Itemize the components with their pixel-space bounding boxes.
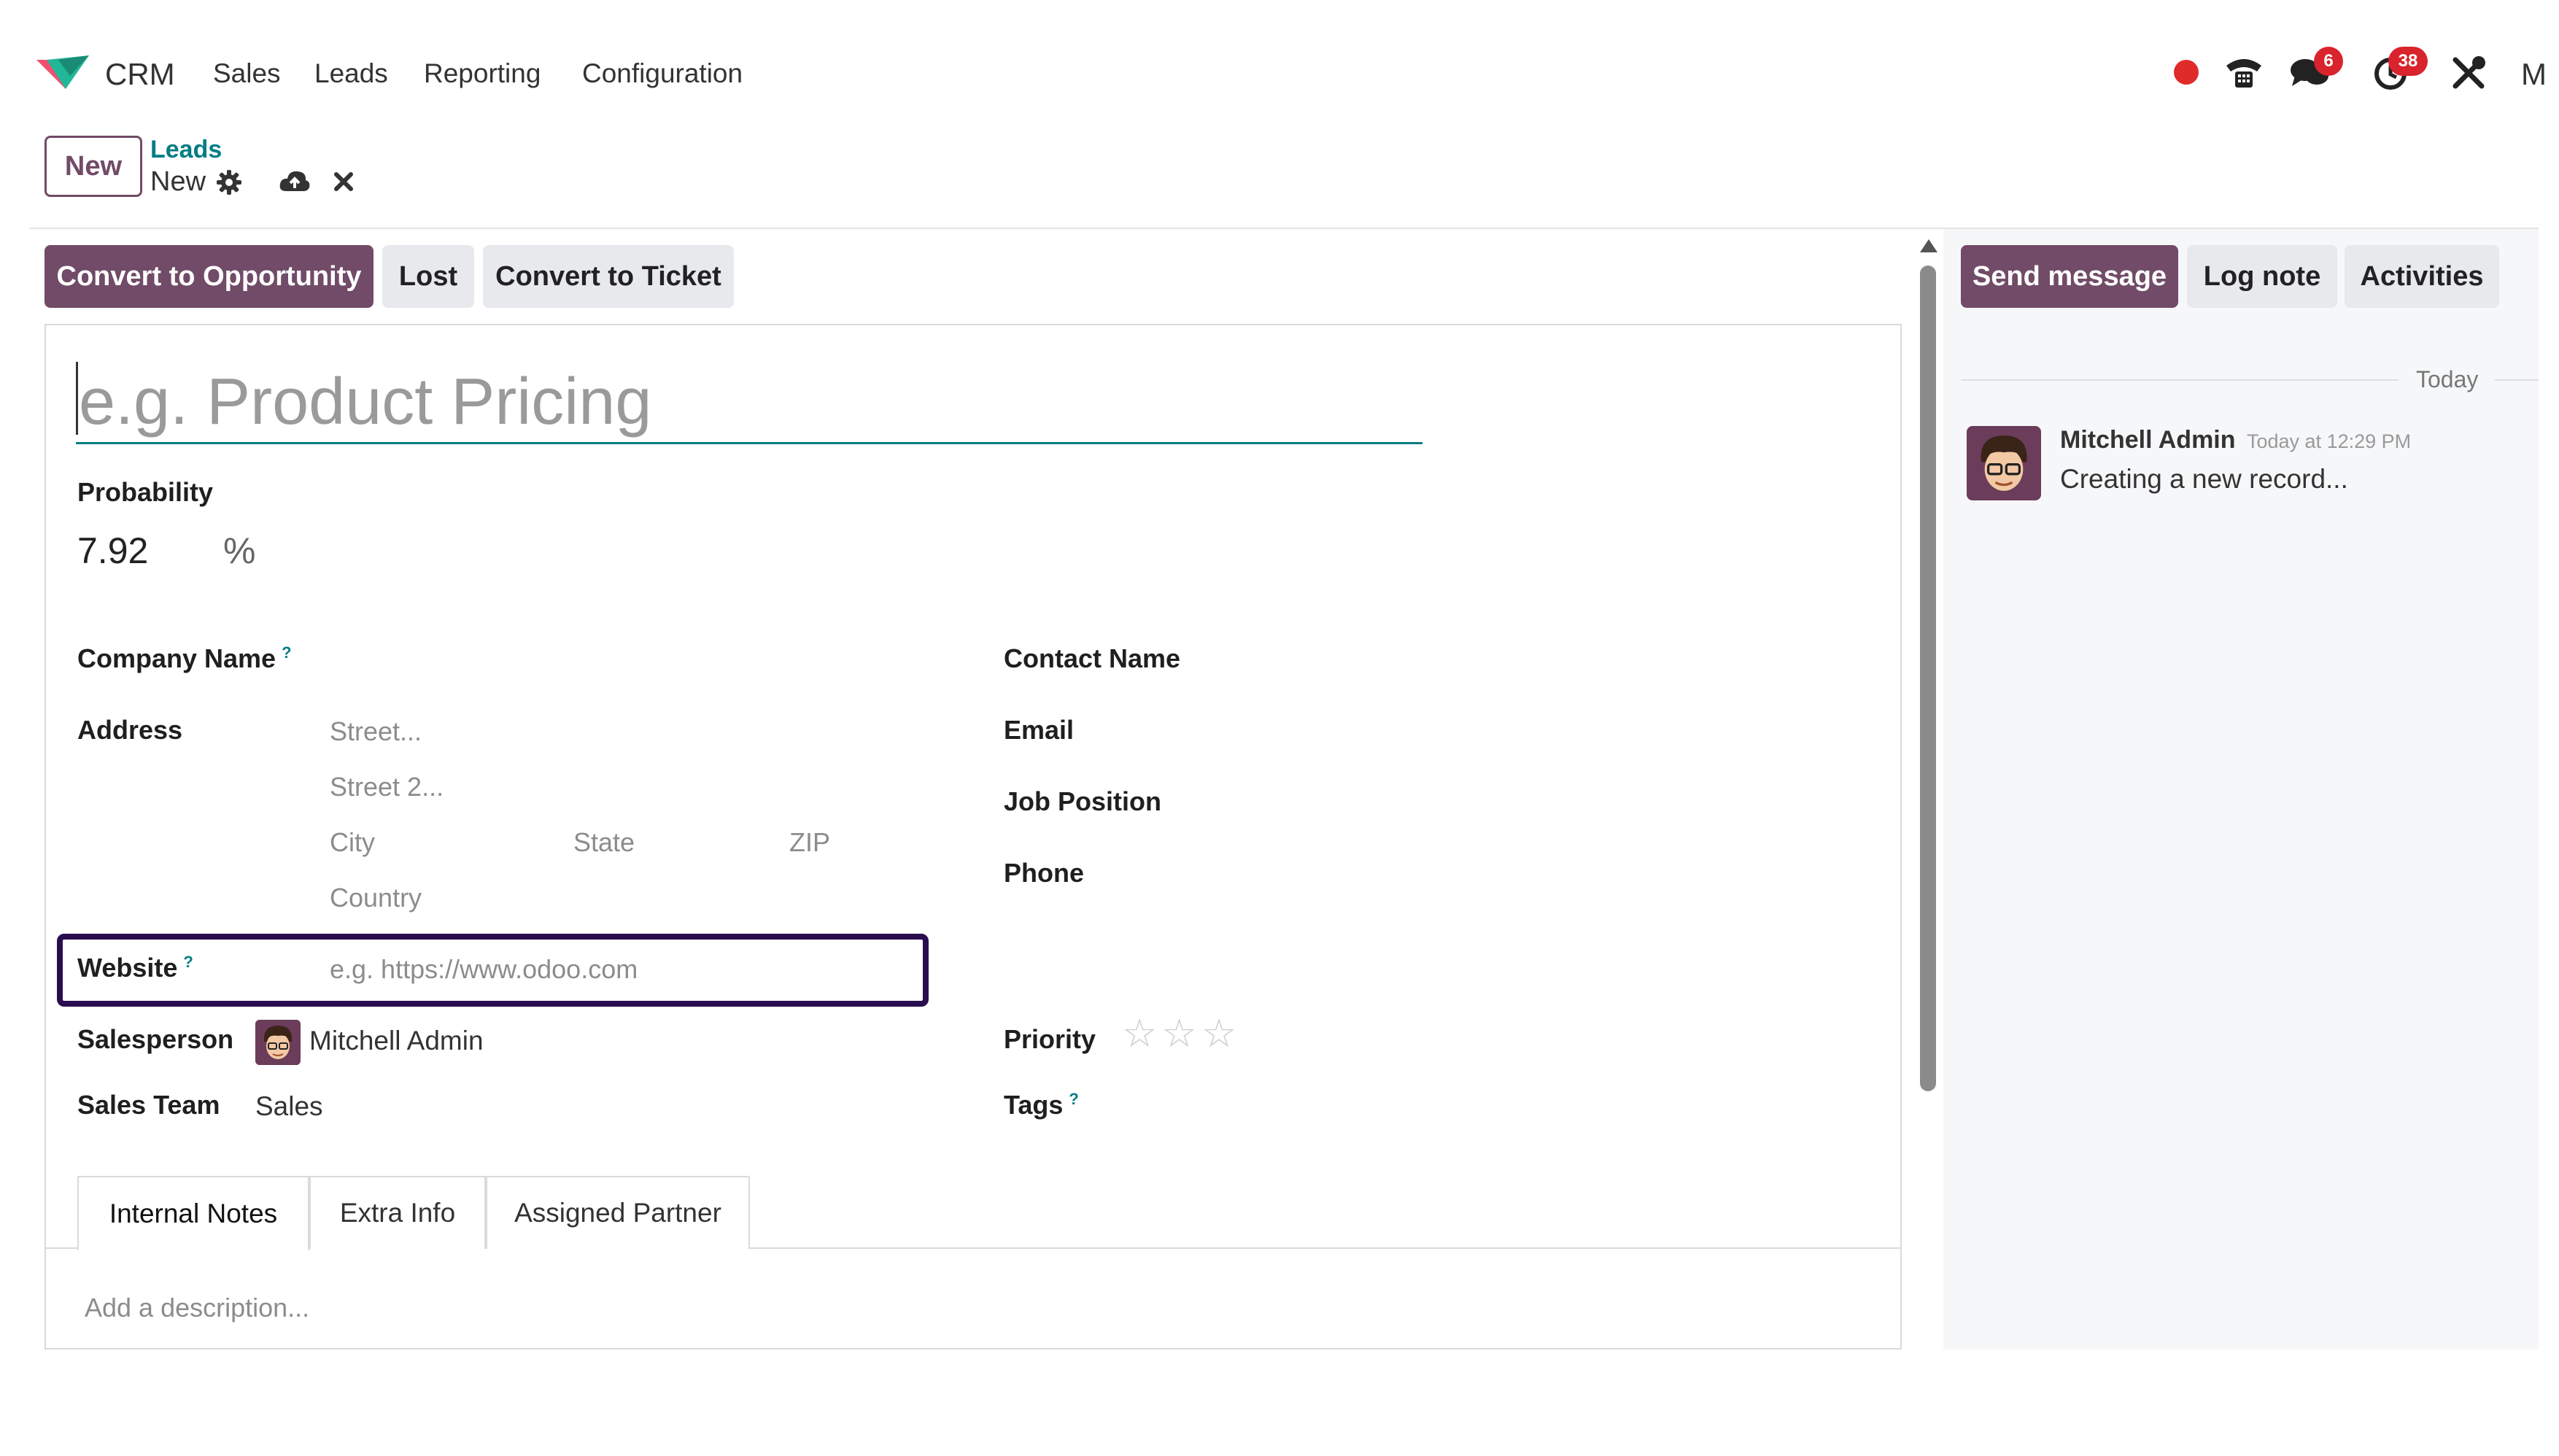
probability-input[interactable]: 7.92 [77,530,148,572]
record-status-dot-icon[interactable] [2174,60,2199,85]
priority-stars: ☆ ☆ ☆ [1122,1014,1236,1053]
breadcrumb-leads[interactable]: Leads [150,136,222,164]
activities-count-badge: 38 [2388,47,2428,76]
description-input[interactable]: Add a description... [85,1293,309,1323]
company-name-label: Company Name? [77,643,292,673]
probability-label: Probability [77,477,214,507]
priority-star-2-icon[interactable]: ☆ [1161,1014,1196,1053]
app-name[interactable]: CRM [105,57,175,92]
log-note-button[interactable]: Log note [2187,245,2337,308]
scrollbar-thumb[interactable] [1920,266,1936,1091]
street2-input[interactable]: Street 2... [330,772,444,802]
address-label: Address [77,715,183,745]
email-label: Email [1004,715,1075,745]
chatter-panel [1943,229,2539,1349]
crm-logo-icon[interactable] [36,55,95,92]
sales-team-label: Sales Team [77,1090,220,1120]
phone-label: Phone [1004,858,1085,888]
convert-to-ticket-button[interactable]: Convert to Ticket [483,245,734,308]
menu-sales[interactable]: Sales [213,58,281,89]
message-time: Today at 12:29 PM [2247,430,2412,452]
priority-star-3-icon[interactable]: ☆ [1201,1014,1236,1053]
messages-count-badge: 6 [2314,47,2343,76]
street-input[interactable]: Street... [330,716,422,747]
save-cloud-icon[interactable] [279,169,311,198]
tab-extra-info[interactable]: Extra Info [309,1176,486,1249]
probability-unit: % [223,530,256,571]
state-input[interactable]: State [573,827,635,858]
scroll-up-arrow-icon[interactable] [1919,238,1939,257]
contact-name-label: Contact Name [1004,643,1181,673]
convert-to-opportunity-button[interactable]: Convert to Opportunity [44,245,373,308]
tab-internal-notes[interactable]: Internal Notes [77,1176,309,1250]
tags-help-icon[interactable]: ? [1069,1090,1078,1108]
tab-assigned-partner[interactable]: Assigned Partner [486,1176,750,1249]
menu-reporting[interactable]: Reporting [424,58,541,89]
country-input[interactable]: Country [330,883,422,913]
priority-label: Priority [1004,1024,1096,1054]
date-separator-line-right [2495,379,2539,381]
date-separator-line-left [1961,379,2399,381]
send-message-button[interactable]: Send message [1961,245,2178,308]
website-help-icon[interactable]: ? [183,953,193,971]
date-separator: Today [2416,366,2479,392]
salesperson-value[interactable]: Mitchell Admin [309,1026,484,1056]
lead-title-placeholder: e.g. Product Pricing [79,365,652,438]
zip-input[interactable]: ZIP [789,827,830,858]
discard-close-icon[interactable] [333,171,355,196]
city-input[interactable]: City [330,827,375,858]
company-name-help-icon[interactable]: ? [282,643,291,662]
sales-team-value[interactable]: Sales [255,1091,323,1122]
job-position-label: Job Position [1004,786,1161,816]
priority-star-1-icon[interactable]: ☆ [1122,1014,1157,1053]
message-body: Creating a new record... [2060,464,2348,494]
breadcrumb-current: New [150,166,206,197]
user-avatar-initial[interactable]: M [2521,57,2553,92]
text-cursor [76,362,78,435]
menu-configuration[interactable]: Configuration [582,58,743,89]
salesperson-label: Salesperson [77,1024,234,1054]
menu-leads[interactable]: Leads [314,58,388,89]
tools-icon[interactable] [2450,54,2488,96]
activities-button[interactable]: Activities [2345,245,2499,308]
phone-icon[interactable] [2223,53,2264,94]
lost-button[interactable]: Lost [382,245,474,308]
new-button[interactable]: New [44,136,142,197]
salesperson-avatar[interactable] [255,1020,301,1065]
message-author[interactable]: Mitchell Admin [2060,426,2236,454]
website-label: Website? [77,953,193,983]
website-input[interactable]: e.g. https://www.odoo.com [330,954,638,985]
tags-label: Tags? [1004,1090,1079,1120]
message-author-avatar[interactable] [1967,426,2041,500]
lead-title-input[interactable]: e.g. Product Pricing [76,356,1422,444]
gear-icon[interactable] [216,169,242,199]
